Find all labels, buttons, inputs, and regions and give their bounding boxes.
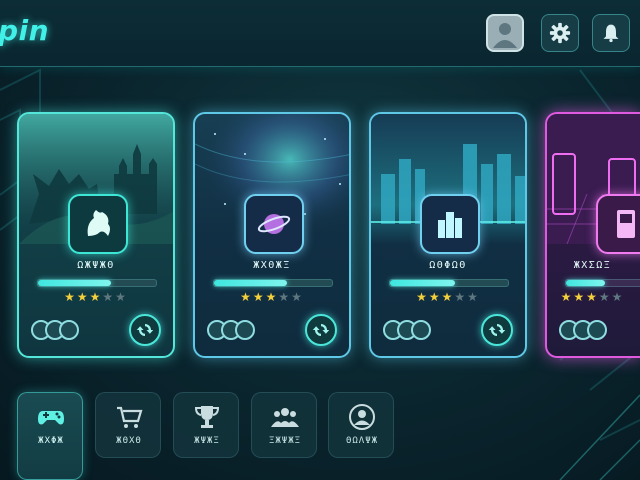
- rating-stars: ★★★★★: [371, 290, 525, 304]
- profile-avatar-button[interactable]: [486, 14, 524, 52]
- star-filled-icon: ★: [573, 290, 587, 304]
- star-empty-icon: ★: [598, 290, 612, 304]
- trophy-icon: [194, 406, 220, 428]
- player-avatar-icon: [587, 320, 607, 340]
- nav-label: ΘΩΛΨЖ: [345, 436, 379, 446]
- nav-item-profile[interactable]: ΘΩΛΨЖ: [328, 392, 394, 458]
- game-progress-bar: [213, 279, 333, 287]
- star-empty-icon: ★: [611, 290, 625, 304]
- game-title: ΩΘΦΩΘ: [429, 260, 467, 271]
- star-empty-icon: ★: [454, 290, 468, 304]
- nav-item-friends[interactable]: ΞЖΨЖΞ: [251, 392, 317, 458]
- progress-fill: [390, 280, 455, 286]
- star-filled-icon: ★: [89, 290, 103, 304]
- top-bar: pin: [0, 0, 640, 67]
- star-filled-icon: ★: [76, 290, 90, 304]
- gamepad-icon: [38, 411, 64, 425]
- player-avatar-icon: [411, 320, 431, 340]
- star-filled-icon: ★: [252, 290, 266, 304]
- game-card[interactable]: ЖΧΣΩΞ ★★★★★: [545, 112, 640, 358]
- star-filled-icon: ★: [428, 290, 442, 304]
- profile-icon: [349, 404, 375, 430]
- nav-label: ΞЖΨЖΞ: [268, 436, 302, 446]
- city-icon: [438, 212, 462, 238]
- arcade-icon: [617, 210, 635, 238]
- star-filled-icon: ★: [64, 290, 77, 304]
- game-progress-bar: [37, 279, 157, 287]
- nav-label: ЖΨЖΞ: [194, 436, 220, 446]
- game-title: ЖΧΣΩΞ: [573, 260, 612, 271]
- play-button[interactable]: [305, 314, 337, 346]
- app-logo: pin: [0, 14, 50, 47]
- dragon-icon: [87, 210, 110, 236]
- user-avatar-icon: [493, 23, 517, 48]
- game-title: ΩЖΨЖΘ: [77, 260, 115, 271]
- card-game-icon: [244, 194, 304, 254]
- nav-item-games[interactable]: ЖΧΦЖ: [17, 392, 83, 480]
- progress-fill: [566, 280, 605, 286]
- game-card[interactable]: ΩΘΦΩΘ ★★★★★: [369, 112, 527, 358]
- play-button[interactable]: [129, 314, 161, 346]
- star-filled-icon: ★: [586, 290, 599, 304]
- star-filled-icon: ★: [265, 290, 279, 304]
- rating-stars: ★★★★★: [195, 290, 349, 304]
- star-empty-icon: ★: [291, 290, 304, 304]
- refresh-play-icon: [488, 324, 506, 336]
- planet-icon: [257, 214, 291, 234]
- progress-fill: [214, 280, 288, 286]
- star-filled-icon: ★: [416, 290, 429, 304]
- play-button[interactable]: [481, 314, 513, 346]
- progress-fill: [38, 280, 112, 286]
- card-game-icon: [420, 194, 480, 254]
- star-filled-icon: ★: [560, 290, 574, 304]
- star-filled-icon: ★: [240, 290, 253, 304]
- settings-button[interactable]: [541, 14, 579, 52]
- card-game-icon: [596, 194, 640, 254]
- game-card[interactable]: ЖΧΘЖΞ ★★★★★: [193, 112, 351, 358]
- nav-label: ЖΘΧΘ: [116, 436, 142, 446]
- rating-stars: ★★★★★: [547, 290, 638, 304]
- rating-stars: ★★★★★: [19, 290, 173, 304]
- star-filled-icon: ★: [441, 290, 455, 304]
- nav-item-achievements[interactable]: ЖΨЖΞ: [173, 392, 239, 458]
- star-empty-icon: ★: [278, 290, 292, 304]
- game-progress-bar: [389, 279, 509, 287]
- gear-icon: [549, 22, 571, 44]
- game-progress-bar: [565, 279, 640, 287]
- refresh-play-icon: [136, 324, 154, 336]
- notifications-button[interactable]: [592, 14, 630, 52]
- game-card[interactable]: ΩЖΨЖΘ ★★★★★: [17, 112, 175, 358]
- star-empty-icon: ★: [102, 290, 116, 304]
- refresh-play-icon: [312, 324, 330, 336]
- star-empty-icon: ★: [467, 290, 480, 304]
- star-empty-icon: ★: [115, 290, 128, 304]
- card-game-icon: [68, 194, 128, 254]
- bell-icon: [603, 24, 619, 43]
- player-avatar-icon: [59, 320, 79, 340]
- friends-icon: [271, 408, 299, 427]
- game-title: ЖΧΘЖΞ: [253, 260, 291, 271]
- cart-icon: [117, 406, 143, 428]
- nav-label: ЖΧΦЖ: [38, 436, 64, 446]
- player-avatar-icon: [235, 320, 255, 340]
- nav-item-store[interactable]: ЖΘΧΘ: [95, 392, 161, 458]
